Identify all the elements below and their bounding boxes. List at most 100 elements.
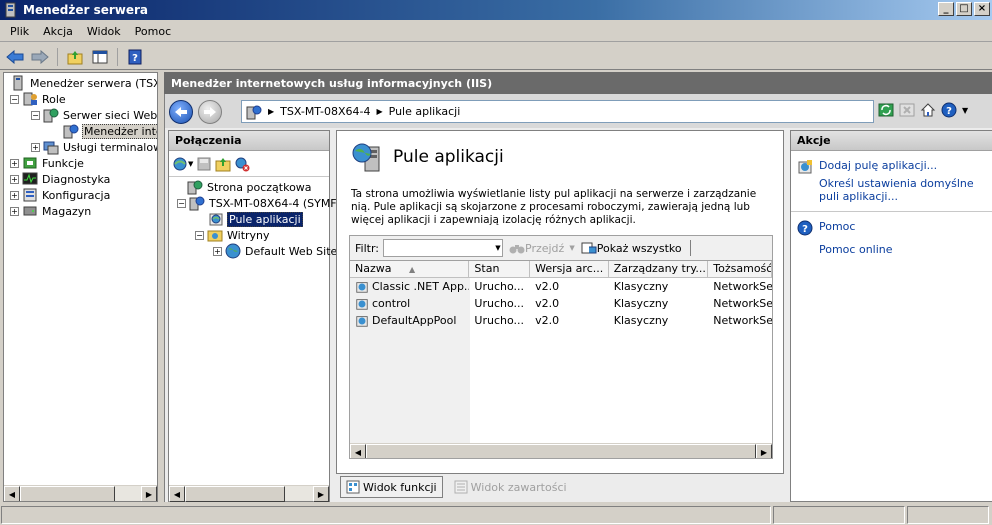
refresh-icon[interactable] — [878, 102, 894, 118]
column-header-pipeline[interactable]: Zarządzany try... — [609, 261, 709, 277]
forward-button[interactable] — [29, 47, 51, 67]
content-view-icon — [454, 480, 468, 494]
status-cell — [1, 506, 771, 524]
collapse-icon[interactable]: − — [10, 94, 19, 104]
expand-icon[interactable]: + — [10, 174, 19, 184]
menu-plik[interactable]: Plik — [0, 25, 36, 38]
action-help[interactable]: ? Pomoc — [791, 220, 992, 236]
menu-widok[interactable]: Widok — [80, 25, 128, 38]
tree-item-roles[interactable]: − Role — [4, 91, 157, 107]
table-row[interactable]: Classic .NET App... Urucho... v2.0 Klasy… — [350, 278, 772, 295]
sort-ascending-icon: ▲ — [408, 265, 416, 274]
minimize-button[interactable]: _ — [938, 2, 954, 16]
scroll-thumb[interactable] — [185, 486, 285, 502]
conn-item-default-web-site[interactable]: + Default Web Site — [177, 243, 337, 259]
close-button[interactable]: × — [974, 2, 990, 16]
scroll-left-icon[interactable]: ◀ — [169, 486, 185, 502]
help-dropdown-icon[interactable]: ▼ — [962, 106, 968, 115]
up-folder-button[interactable] — [64, 47, 86, 67]
scroll-right-icon[interactable]: ▶ — [756, 444, 772, 458]
conn-item-server[interactable]: − TSX-MT-08X64-4 (SYMFC — [177, 195, 344, 211]
collapse-icon[interactable]: − — [177, 198, 186, 208]
conn-item-app-pools[interactable]: Pule aplikacji — [177, 211, 329, 227]
expand-icon[interactable]: + — [213, 246, 222, 256]
action-help-online[interactable]: Pomoc online — [791, 243, 992, 256]
help-book-icon: ? — [128, 49, 142, 64]
expand-icon[interactable]: + — [10, 206, 19, 216]
breadcrumb-server[interactable]: TSX-MT-08X64-4 — [280, 105, 370, 118]
tab-features-view[interactable]: Widok funkcji — [340, 476, 443, 498]
expand-icon[interactable]: + — [31, 142, 40, 152]
home-icon[interactable] — [920, 102, 936, 118]
iis-navigation-bar: ▶ TSX-MT-08X64-4 ▶ Pule aplikacji ? ▼ — [165, 94, 992, 128]
scroll-left-icon[interactable]: ◀ — [4, 486, 20, 501]
save-icon[interactable] — [196, 156, 212, 172]
expand-icon[interactable]: + — [10, 158, 19, 168]
app-pools-icon — [209, 213, 223, 226]
filter-bar: Filtr: ▼ Przejdź ▼ Pokaż wszystko — [349, 235, 773, 261]
help-button[interactable]: ? — [124, 47, 146, 67]
connect-icon[interactable] — [172, 156, 188, 172]
grid-horizontal-scrollbar[interactable]: ◀ ▶ — [350, 443, 772, 458]
action-set-defaults[interactable]: Określ ustawienia domyślne puli aplikacj… — [791, 177, 992, 203]
column-header-identity[interactable]: Tożsamość — [708, 261, 772, 277]
maximize-button[interactable]: □ — [956, 2, 972, 16]
disconnect-icon[interactable] — [234, 156, 250, 172]
window-title: Menedżer serwera — [23, 3, 149, 17]
column-header-version[interactable]: Wersja arc... — [530, 261, 609, 277]
app-pools-grid: Nazwa ▲ Stan Wersja arc... Zarządzany tr… — [349, 261, 773, 459]
iis-back-button[interactable] — [169, 100, 193, 124]
column-header-status[interactable]: Stan — [469, 261, 531, 277]
tree-item-features[interactable]: + Funkcje — [4, 155, 157, 171]
table-row[interactable]: control Urucho... v2.0 Klasyczny Network… — [350, 295, 772, 312]
up-level-icon[interactable] — [215, 156, 231, 172]
breadcrumb-app-pools[interactable]: Pule aplikacji — [389, 105, 461, 118]
tree-item-iis-manager[interactable]: Menedżer interne — [4, 123, 157, 139]
connections-horizontal-scrollbar[interactable]: ◀ ▶ — [169, 485, 329, 502]
up-folder-icon — [67, 50, 83, 64]
configuration-icon — [23, 188, 37, 202]
stop-icon[interactable] — [899, 102, 915, 118]
back-button[interactable] — [4, 47, 26, 67]
address-bar[interactable]: ▶ TSX-MT-08X64-4 ▶ Pule aplikacji — [241, 100, 874, 123]
scroll-thumb[interactable] — [20, 486, 115, 501]
iis-forward-button[interactable] — [198, 100, 222, 124]
scroll-thumb[interactable] — [366, 444, 756, 458]
tree-item-terminal-services[interactable]: + Usługi terminalowe — [4, 139, 157, 155]
scroll-right-icon[interactable]: ▶ — [141, 486, 157, 501]
go-dropdown-icon[interactable]: ▼ — [569, 244, 574, 252]
expand-icon[interactable]: + — [10, 190, 19, 200]
status-cell — [907, 506, 989, 524]
grid-header: Nazwa ▲ Stan Wersja arc... Zarządzany tr… — [350, 261, 772, 278]
tree-item-configuration[interactable]: + Konfiguracja — [4, 187, 157, 203]
menu-akcja[interactable]: Akcja — [36, 25, 80, 38]
collapse-icon[interactable]: − — [195, 230, 204, 240]
help-icon[interactable]: ? — [941, 102, 957, 118]
title-bar: Menedżer serwera _ □ × — [0, 0, 992, 20]
conn-item-start-page[interactable]: Strona początkowa — [177, 179, 329, 195]
page-description: Ta strona umożliwia wyświetlanie listy p… — [351, 188, 757, 226]
toolbar-separator — [57, 47, 58, 66]
show-all-button[interactable]: Pokaż wszystko — [581, 241, 682, 255]
column-header-name[interactable]: Nazwa ▲ — [350, 261, 470, 277]
tree-item-diagnostics[interactable]: + Diagnostyka — [4, 171, 157, 187]
scroll-right-icon[interactable]: ▶ — [313, 486, 329, 502]
show-hide-tree-button[interactable] — [89, 47, 111, 67]
table-row[interactable]: DefaultAppPool Urucho... v2.0 Klasyczny … — [350, 312, 772, 329]
scroll-left-icon[interactable]: ◀ — [350, 444, 366, 458]
tree-horizontal-scrollbar[interactable]: ◀ ▶ — [4, 485, 157, 501]
tree-item-server-manager[interactable]: Menedżer serwera (TSX-MT — [4, 75, 157, 91]
tree-item-storage[interactable]: + Magazyn — [4, 203, 157, 219]
tree-item-web-server[interactable]: − Serwer sieci Web (I — [4, 107, 157, 123]
tab-content-view[interactable]: Widok zawartości — [449, 476, 572, 498]
collapse-icon[interactable]: − — [31, 110, 40, 120]
conn-item-sites[interactable]: − Witryny — [177, 227, 329, 243]
action-add-app-pool[interactable]: Dodaj pulę aplikacji... — [791, 159, 992, 175]
go-button[interactable]: Przejdź ▼ — [509, 241, 575, 255]
filter-dropdown-icon[interactable]: ▼ — [494, 240, 502, 256]
connect-dropdown-icon[interactable]: ▼ — [188, 160, 193, 168]
terminal-services-icon — [43, 141, 59, 155]
server-node-icon — [189, 196, 205, 211]
filter-input[interactable]: ▼ — [383, 239, 503, 257]
menu-pomoc[interactable]: Pomoc — [128, 25, 178, 38]
